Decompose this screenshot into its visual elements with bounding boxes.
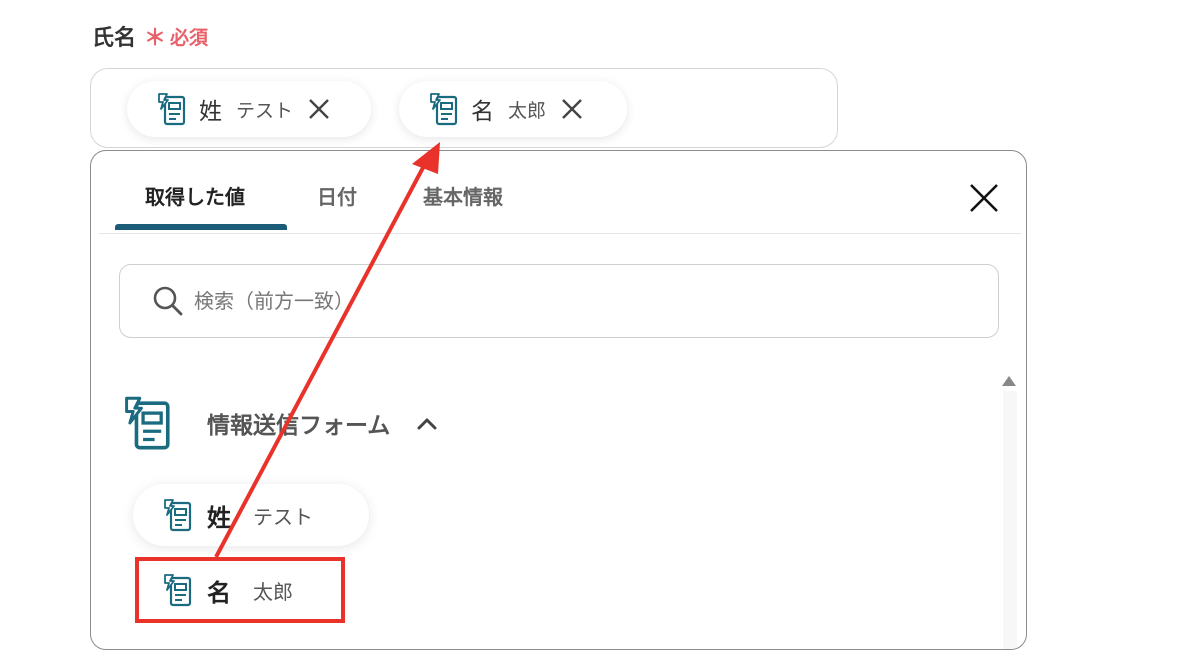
required-badge: 必須 — [170, 26, 209, 49]
group-header-form[interactable]: 情報送信フォーム — [123, 393, 438, 453]
tag-value: 太郎 — [508, 99, 547, 122]
close-icon[interactable] — [967, 181, 1001, 215]
tag-key: 名 — [471, 99, 494, 125]
item-key: 姓 — [207, 503, 231, 532]
tag-value: テスト — [236, 99, 294, 122]
search-box[interactable] — [119, 264, 999, 338]
scrollbar[interactable] — [1003, 391, 1017, 649]
item-value: テスト — [253, 504, 313, 529]
field-label: 氏名 ＊ 必須 — [92, 20, 208, 52]
selected-tag-mei[interactable]: 名 太郎 — [399, 81, 627, 137]
close-icon[interactable] — [307, 97, 331, 121]
tab-date[interactable]: 日付 — [317, 181, 357, 210]
search-icon — [153, 286, 183, 316]
search-input[interactable] — [192, 288, 976, 314]
close-icon[interactable] — [560, 97, 584, 121]
active-tab-indicator — [115, 224, 287, 230]
highlight-box — [135, 557, 345, 623]
tab-basic-info[interactable]: 基本情報 — [423, 181, 503, 210]
list-item-sei[interactable]: 姓 テスト — [133, 484, 369, 546]
selected-tag-sei[interactable]: 姓 テスト — [127, 81, 371, 137]
required-star: ＊ — [144, 26, 167, 51]
tag-key: 姓 — [199, 99, 222, 125]
field-label-text: 氏名 — [92, 26, 137, 51]
chevron-up-icon[interactable] — [416, 416, 438, 430]
divider — [99, 233, 1021, 234]
group-title: 情報送信フォーム — [207, 413, 391, 439]
form-icon — [163, 498, 193, 532]
form-icon — [157, 92, 187, 126]
form-icon — [429, 92, 459, 126]
name-tag-input[interactable]: 姓 テスト 名 太郎 — [90, 68, 838, 148]
form-icon — [123, 395, 173, 451]
scroll-up-arrow-icon[interactable] — [1001, 375, 1017, 387]
tab-acquired-values[interactable]: 取得した値 — [145, 181, 245, 210]
tab-bar: 取得した値 日付 基本情報 — [91, 151, 1026, 233]
